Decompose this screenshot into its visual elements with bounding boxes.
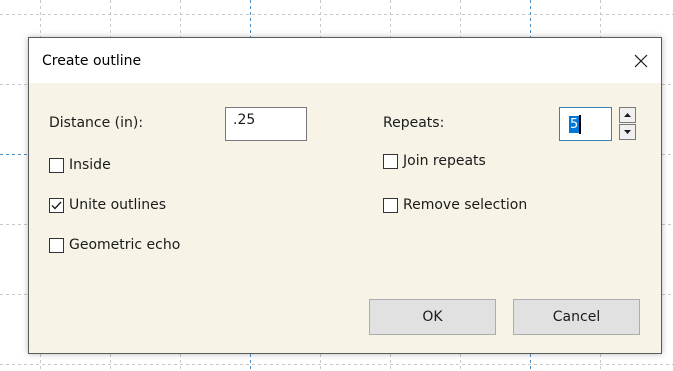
inside-checkbox[interactable]: Inside [49, 157, 111, 173]
distance-input[interactable]: .25 [225, 107, 307, 141]
checkbox-box [49, 197, 64, 213]
text-caret [579, 115, 581, 134]
arrow-up-icon [624, 113, 631, 117]
repeats-increment-button[interactable] [619, 107, 636, 123]
remove-selection-checkbox[interactable]: Remove selection [383, 197, 527, 213]
repeats-input[interactable]: 5 [559, 107, 612, 141]
join-repeats-checkbox[interactable]: Join repeats [383, 153, 486, 169]
remove-selection-label: Remove selection [403, 197, 528, 213]
checkbox-box [49, 157, 64, 173]
repeats-value: 5 [569, 116, 580, 133]
dialog-titlebar[interactable]: Create outline [29, 38, 661, 83]
geometric-echo-label: Geometric echo [69, 237, 181, 253]
checkmark-icon [51, 201, 62, 210]
distance-label: Distance (in): [49, 115, 144, 131]
ok-button[interactable]: OK [369, 299, 496, 335]
checkbox-box [49, 237, 64, 253]
unite-outlines-checkbox[interactable]: Unite outlines [49, 197, 166, 213]
checkbox-box [383, 153, 398, 169]
dialog-title: Create outline [42, 53, 142, 69]
join-repeats-label: Join repeats [403, 153, 486, 169]
repeats-label: Repeats: [383, 115, 445, 131]
inside-label: Inside [69, 157, 111, 173]
unite-outlines-label: Unite outlines [69, 197, 167, 213]
create-outline-dialog: Create outline Distance (in): .25 Repeat… [28, 37, 662, 354]
checkbox-box [383, 197, 398, 213]
arrow-down-icon [624, 130, 631, 134]
cancel-button[interactable]: Cancel [513, 299, 640, 335]
close-icon [634, 54, 648, 67]
geometric-echo-checkbox[interactable]: Geometric echo [49, 237, 180, 253]
close-button[interactable] [621, 38, 661, 83]
repeats-decrement-button[interactable] [619, 124, 636, 140]
